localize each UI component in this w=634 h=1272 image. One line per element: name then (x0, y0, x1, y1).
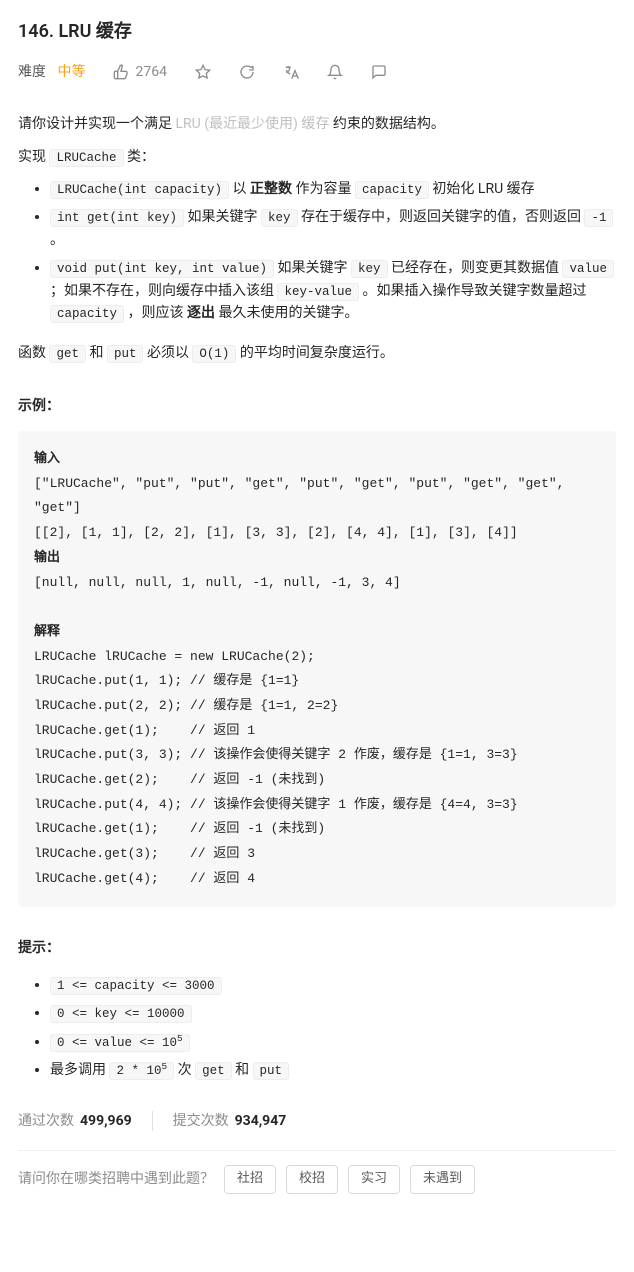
inline-code: LRUCache (49, 149, 123, 167)
problem-title: 146. LRU 缓存 (18, 18, 616, 47)
submissions-stat: 提交次数934,947 (173, 1110, 287, 1132)
survey-option[interactable]: 实习 (348, 1165, 400, 1194)
difficulty-label: 难度 (18, 64, 46, 80)
hints-list: 1 <= capacity <= 3000 0 <= key <= 10000 … (18, 974, 616, 1082)
list-item: 最多调用 2 * 105 次 get 和 put (50, 1059, 616, 1082)
share-icon[interactable] (239, 64, 255, 80)
implement-line: 实现 LRUCache 类： (18, 146, 616, 168)
func-complexity-line: 函数 get 和 put 必须以 O(1) 的平均时间复杂度运行。 (18, 342, 616, 364)
bell-icon[interactable] (327, 64, 343, 80)
list-item: 0 <= key <= 10000 (50, 1002, 616, 1024)
like-button[interactable]: 2764 (113, 61, 166, 83)
intro-line: 请你设计并实现一个满足 LRU (最近最少使用) 缓存 约束的数据结构。 (18, 113, 616, 135)
problem-content: 请你设计并实现一个满足 LRU (最近最少使用) 缓存 约束的数据结构。 实现 … (18, 113, 616, 1194)
lru-link[interactable]: LRU (最近最少使用) 缓存 (175, 116, 332, 132)
list-item: 1 <= capacity <= 3000 (50, 974, 616, 996)
survey-option[interactable]: 未遇到 (410, 1165, 475, 1194)
example-heading: 示例： (18, 395, 616, 417)
star-icon[interactable] (195, 64, 211, 80)
survey-option[interactable]: 校招 (286, 1165, 338, 1194)
methods-list: LRUCache(int capacity) 以 正整数 作为容量 capaci… (18, 178, 616, 324)
list-item: LRUCache(int capacity) 以 正整数 作为容量 capaci… (50, 178, 616, 200)
stats-row: 通过次数499,969 提交次数934,947 (18, 1110, 616, 1132)
list-item: 0 <= value <= 105 (50, 1031, 616, 1054)
survey-question: 请问你在哪类招聘中遇到此题？ (18, 1168, 214, 1190)
thumbs-up-icon (113, 64, 129, 80)
like-count: 2764 (135, 61, 166, 83)
feedback-icon[interactable] (371, 64, 387, 80)
translate-icon[interactable] (283, 64, 299, 80)
difficulty: 难度 中等 (18, 61, 85, 83)
survey-option[interactable]: 社招 (224, 1165, 276, 1194)
survey-row: 请问你在哪类招聘中遇到此题？ 社招 校招 实习 未遇到 (18, 1150, 616, 1194)
hints-heading: 提示： (18, 937, 616, 959)
difficulty-value: 中等 (57, 64, 85, 80)
list-item: void put(int key, int value) 如果关键字 key 已… (50, 257, 616, 324)
list-item: int get(int key) 如果关键字 key 存在于缓存中，则返回关键字… (50, 206, 616, 251)
example-block: 输入 ["LRUCache", "put", "put", "get", "pu… (18, 431, 616, 907)
passed-stat: 通过次数499,969 (18, 1110, 132, 1132)
meta-row: 难度 中等 2764 (18, 61, 616, 83)
divider (152, 1111, 153, 1131)
